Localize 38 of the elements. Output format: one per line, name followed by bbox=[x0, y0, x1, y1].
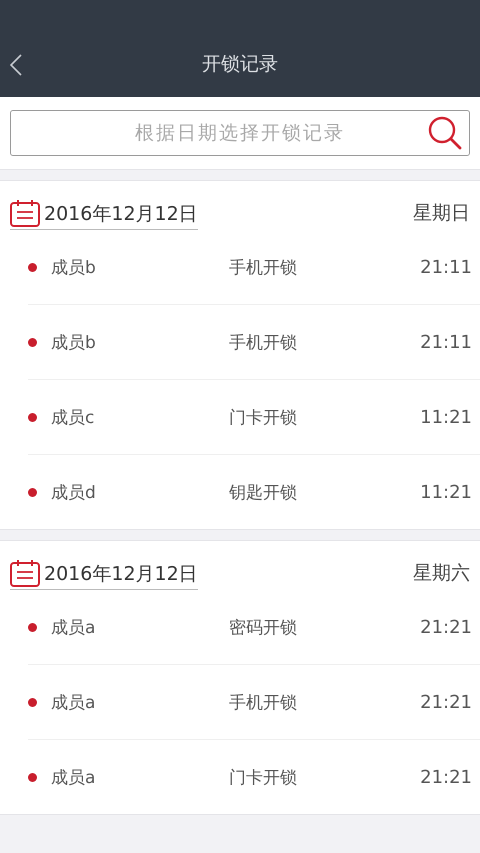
unlock-time: 11:21 bbox=[420, 406, 473, 428]
unlock-method: 密码开锁 bbox=[229, 616, 298, 638]
unlock-method: 钥匙开锁 bbox=[229, 482, 298, 504]
status-dot bbox=[28, 698, 37, 706]
search-field[interactable]: 根据日期选择开锁记录 bbox=[10, 110, 470, 156]
unlock-method: 手机开锁 bbox=[229, 332, 298, 354]
unlock-time: 21:21 bbox=[420, 616, 473, 638]
member-name: 成员d bbox=[51, 482, 97, 504]
page-title: 开锁记录 bbox=[202, 52, 278, 77]
member-name: 成员a bbox=[51, 616, 96, 638]
status-dot bbox=[28, 412, 37, 422]
weekday-label: 星期日 bbox=[413, 201, 470, 226]
status-dot bbox=[28, 338, 37, 346]
unlock-method: 门卡开锁 bbox=[229, 766, 298, 788]
member-name: 成员c bbox=[51, 406, 96, 428]
weekday-label: 星期六 bbox=[413, 561, 470, 586]
member-name: 成员a bbox=[51, 766, 96, 788]
calendar-icon bbox=[10, 559, 40, 587]
search-icon[interactable] bbox=[428, 116, 462, 150]
unlock-method: 门卡开锁 bbox=[229, 406, 298, 428]
member-name: 成员a bbox=[51, 692, 96, 714]
unlock-time: 21:21 bbox=[420, 766, 473, 788]
member-name: 成员b bbox=[51, 332, 97, 354]
unlock-time: 21:11 bbox=[420, 256, 473, 278]
status-dot bbox=[28, 488, 37, 496]
calendar-icon bbox=[10, 199, 40, 227]
unlock-method: 手机开锁 bbox=[229, 692, 298, 714]
unlock-time: 11:21 bbox=[420, 482, 473, 502]
member-name: 成员b bbox=[51, 256, 97, 278]
status-dot bbox=[28, 622, 37, 632]
date-label: 2016年12月12日 bbox=[44, 202, 198, 227]
unlock-time: 21:11 bbox=[420, 332, 473, 352]
status-dot bbox=[28, 772, 37, 782]
back-icon[interactable] bbox=[10, 54, 22, 76]
status-dot bbox=[28, 262, 37, 272]
unlock-time: 21:21 bbox=[420, 692, 473, 712]
date-label: 2016年12月12日 bbox=[44, 562, 198, 587]
unlock-method: 手机开锁 bbox=[229, 256, 298, 278]
